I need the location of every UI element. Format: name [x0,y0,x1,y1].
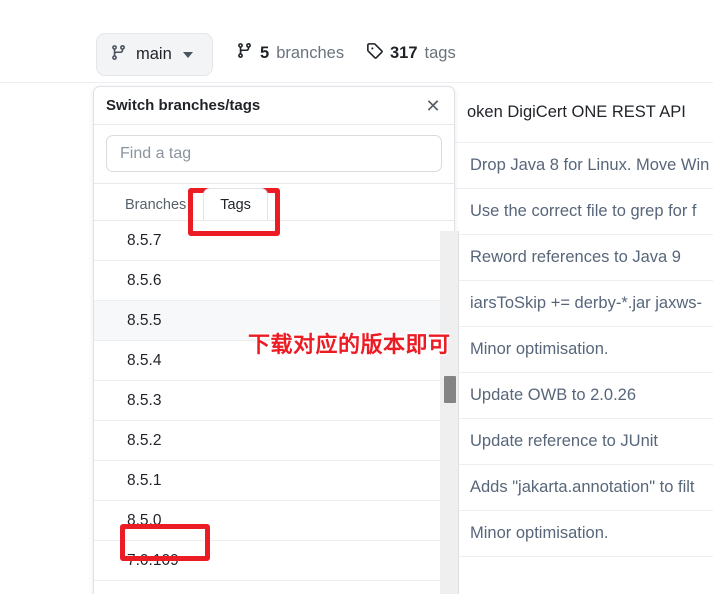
toolbar-divider [0,82,713,83]
panel-title: Switch branches/tags [106,97,261,114]
tag-list-item[interactable]: 8.5.1 [94,461,454,501]
tag-list-item[interactable]: 8.5.0 [94,501,454,541]
commit-list-pane: oken DigiCert ONE REST API Drop Java 8 f… [455,83,713,594]
commit-row[interactable]: Adds "jakarta.annotation" to filt [455,465,713,511]
commit-row[interactable]: Update reference to JUnit [455,419,713,465]
search-container [94,125,454,184]
tag-list-scrollbar-track[interactable] [440,231,458,594]
tag-list-item[interactable]: 8.5.3 [94,381,454,421]
tab-branches[interactable]: Branches [108,188,203,220]
commit-row[interactable]: Minor optimisation. [455,327,713,373]
commit-row[interactable]: Update OWB to 2.0.26 [455,373,713,419]
screenshot-root: oken DigiCert ONE REST API Drop Java 8 f… [0,0,713,594]
branch-icon [110,44,127,66]
close-icon[interactable]: ✕ [421,94,445,118]
tag-list: 8.5.7 8.5.6 8.5.5 8.5.4 8.5.3 8.5.2 8.5.1 8.5.0… [94,221,454,594]
branches-count-link[interactable]: 5 branches [236,42,344,64]
commit-row[interactable]: Minor optimisation. [455,511,713,557]
repo-toolbar: main 5 branches 317 tags [0,0,713,82]
panel-tabs: Branches Tags [94,184,454,221]
switch-branches-tags-panel: Switch branches/tags ✕ Branches Tags 8.5… [93,86,455,594]
commit-rows: Drop Java 8 for Linux. Move Win Use the c… [455,143,713,557]
branch-selector-button[interactable]: main [96,33,213,76]
tag-list-item[interactable]: 8.5.5 [94,301,454,341]
branches-count: 5 [260,43,270,62]
tags-count: 317 [390,43,418,62]
branch-icon [236,42,253,64]
tag-list-item[interactable]: 7.0.109 [94,541,454,581]
chevron-down-icon [182,51,193,58]
tag-list-item[interactable]: 8.5.4 [94,341,454,381]
commit-row[interactable]: Use the correct file to grep for f [455,189,713,235]
commit-row[interactable]: iarsToSkip += derby-*.jar jaxws- [455,281,713,327]
tag-list-item[interactable]: 8.5.6 [94,261,454,301]
panel-header: Switch branches/tags ✕ [94,87,454,125]
tags-count-link[interactable]: 317 tags [366,42,456,64]
tags-label: tags [424,43,456,62]
tag-search-input[interactable] [106,135,442,172]
tag-list-scrollbar-thumb[interactable] [444,376,456,403]
commit-pane-header: oken DigiCert ONE REST API [455,83,713,143]
tag-list-item[interactable]: 8.5.2 [94,421,454,461]
branch-selector-label: main [136,45,172,63]
tab-tags[interactable]: Tags [203,188,268,220]
commit-row[interactable]: Reword references to Java 9 [455,235,713,281]
tag-icon [366,42,383,64]
commit-row[interactable]: Drop Java 8 for Linux. Move Win [455,143,713,189]
tag-list-item[interactable]: 8.5.7 [94,221,454,261]
branches-label: branches [276,43,345,62]
panel-right-divider [458,231,459,594]
